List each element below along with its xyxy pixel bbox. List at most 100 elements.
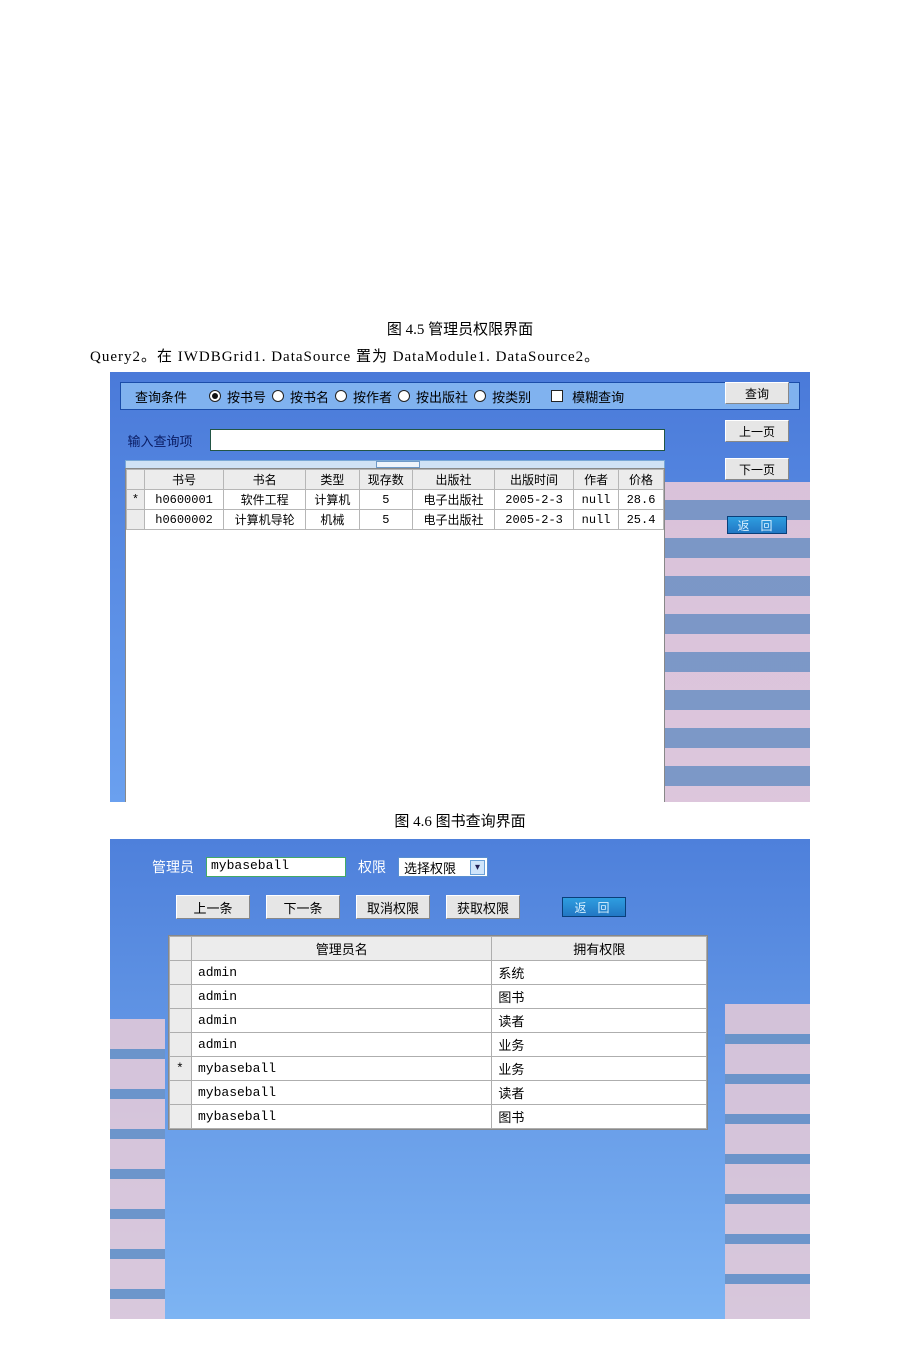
- cell: 图书: [492, 985, 707, 1009]
- cell: 读者: [492, 1009, 707, 1033]
- back-button[interactable]: 返 回: [727, 516, 787, 534]
- table-row[interactable]: admin 系统: [170, 961, 707, 985]
- radio-by-title[interactable]: [272, 390, 284, 402]
- cell: admin: [192, 1009, 492, 1033]
- grid-empty-area: [126, 530, 664, 802]
- button-row: 上一条 下一条 取消权限 获取权限 返 回: [176, 895, 626, 919]
- condition-label: 查询条件: [121, 387, 201, 406]
- radio-group: 按书号 按书名 按作者 按出版社 按类别 模糊查询: [209, 387, 624, 406]
- revoke-button[interactable]: 取消权限: [356, 895, 430, 919]
- table-header-row: 书号 书名 类型 现存数 出版社 出版时间 作者 价格: [127, 470, 664, 490]
- table-row[interactable]: admin 业务: [170, 1033, 707, 1057]
- cell: null: [574, 510, 619, 530]
- row-marker-header: [170, 937, 192, 961]
- cell: h0600002: [145, 510, 224, 530]
- perm-select[interactable]: 选择权限 ▾: [398, 857, 488, 877]
- decor-right-stripes: [725, 1004, 810, 1319]
- radio-label: 按类别: [492, 387, 531, 406]
- admin-label: 管理员: [152, 857, 194, 877]
- cell: 2005-2-3: [495, 490, 574, 510]
- cell: 系统: [492, 961, 707, 985]
- body-text: Query2。在 IWDBGrid1. DataSource 置为 DataMo…: [90, 345, 870, 366]
- cell: 5: [359, 510, 412, 530]
- col-type: 类型: [306, 470, 359, 490]
- col-has-perm: 拥有权限: [492, 937, 707, 961]
- col-book-id: 书号: [145, 470, 224, 490]
- checkbox-fuzzy[interactable]: [551, 390, 563, 402]
- prev-record-button[interactable]: 上一条: [176, 895, 250, 919]
- radio-label: 按作者: [353, 387, 392, 406]
- cell: 计算机导轮: [224, 510, 306, 530]
- query-input[interactable]: [210, 429, 665, 451]
- radio-label: 按书号: [227, 387, 266, 406]
- row-marker: [170, 1105, 192, 1129]
- cell: 业务: [492, 1057, 707, 1081]
- cell: 5: [359, 490, 412, 510]
- col-title: 书名: [224, 470, 306, 490]
- col-admin-name: 管理员名: [192, 937, 492, 961]
- select-value: 选择权限: [404, 858, 456, 877]
- grant-button[interactable]: 获取权限: [446, 895, 520, 919]
- chevron-down-icon: ▾: [470, 860, 485, 875]
- book-query-panel: 查询条件 按书号 按书名 按作者 按出版社 按类别 模糊查询 输入查询项: [110, 372, 810, 802]
- table-row[interactable]: admin 图书: [170, 985, 707, 1009]
- figure-4-5-caption: 图 4.5 管理员权限界面: [50, 318, 870, 339]
- table-row[interactable]: mybaseball 读者: [170, 1081, 707, 1105]
- form-row: 管理员 mybaseball 权限 选择权限 ▾: [152, 857, 488, 877]
- cell: h0600001: [145, 490, 224, 510]
- cell: mybaseball: [192, 1081, 492, 1105]
- row-marker-header: [127, 470, 145, 490]
- input-row: 输入查询项: [120, 422, 800, 458]
- col-price: 价格: [619, 470, 664, 490]
- cell: 业务: [492, 1033, 707, 1057]
- row-marker: *: [127, 490, 145, 510]
- row-marker: *: [170, 1057, 192, 1081]
- cell: 图书: [492, 1105, 707, 1129]
- condition-row: 查询条件 按书号 按书名 按作者 按出版社 按类别 模糊查询: [120, 382, 800, 410]
- radio-by-category[interactable]: [474, 390, 486, 402]
- next-page-button[interactable]: 下一页: [725, 458, 789, 480]
- col-publisher: 出版社: [413, 470, 495, 490]
- radio-label: 按书名: [290, 387, 329, 406]
- prev-page-button[interactable]: 上一页: [725, 420, 789, 442]
- cell: 28.6: [619, 490, 664, 510]
- back-button[interactable]: 返 回: [562, 897, 626, 917]
- button-stack: 查询 上一页 下一页 返 回: [722, 382, 792, 534]
- perm-grid: 管理员名 拥有权限 admin 系统 admin 图书: [168, 935, 708, 1130]
- radio-by-author[interactable]: [335, 390, 347, 402]
- book-table: 书号 书名 类型 现存数 出版社 出版时间 作者 价格 * h0600001 软: [126, 469, 664, 530]
- radio-label: 按出版社: [416, 387, 468, 406]
- radio-by-publisher[interactable]: [398, 390, 410, 402]
- next-record-button[interactable]: 下一条: [266, 895, 340, 919]
- table-row[interactable]: h0600002 计算机导轮 机械 5 电子出版社 2005-2-3 null …: [127, 510, 664, 530]
- cell: 25.4: [619, 510, 664, 530]
- scrollbar-thumb[interactable]: [376, 461, 420, 468]
- cell: mybaseball: [192, 1105, 492, 1129]
- table-header-row: 管理员名 拥有权限: [170, 937, 707, 961]
- cell: 2005-2-3: [495, 510, 574, 530]
- col-author: 作者: [574, 470, 619, 490]
- table-row[interactable]: * mybaseball 业务: [170, 1057, 707, 1081]
- cell: 计算机: [306, 490, 359, 510]
- table-row[interactable]: mybaseball 图书: [170, 1105, 707, 1129]
- table-row[interactable]: admin 读者: [170, 1009, 707, 1033]
- admin-permissions-panel: 管理员 mybaseball 权限 选择权限 ▾ 上一条 下一条 取消权限 获取…: [110, 839, 810, 1319]
- input-label: 输入查询项: [120, 431, 200, 450]
- row-marker: [170, 961, 192, 985]
- admin-input[interactable]: mybaseball: [206, 857, 346, 877]
- col-stock: 现存数: [359, 470, 412, 490]
- table-row[interactable]: * h0600001 软件工程 计算机 5 电子出版社 2005-2-3 nul…: [127, 490, 664, 510]
- row-marker: [170, 1033, 192, 1057]
- cell: admin: [192, 961, 492, 985]
- decor-left-stripes: [110, 1019, 165, 1319]
- checkbox-label: 模糊查询: [572, 387, 624, 406]
- radio-by-book-id[interactable]: [209, 390, 221, 402]
- cell: 电子出版社: [413, 510, 495, 530]
- cell: 读者: [492, 1081, 707, 1105]
- row-marker: [127, 510, 145, 530]
- row-marker: [170, 1009, 192, 1033]
- cell: mybaseball: [192, 1057, 492, 1081]
- cell: 机械: [306, 510, 359, 530]
- query-button[interactable]: 查询: [725, 382, 789, 404]
- figure-4-6-caption: 图 4.6 图书查询界面: [50, 810, 870, 831]
